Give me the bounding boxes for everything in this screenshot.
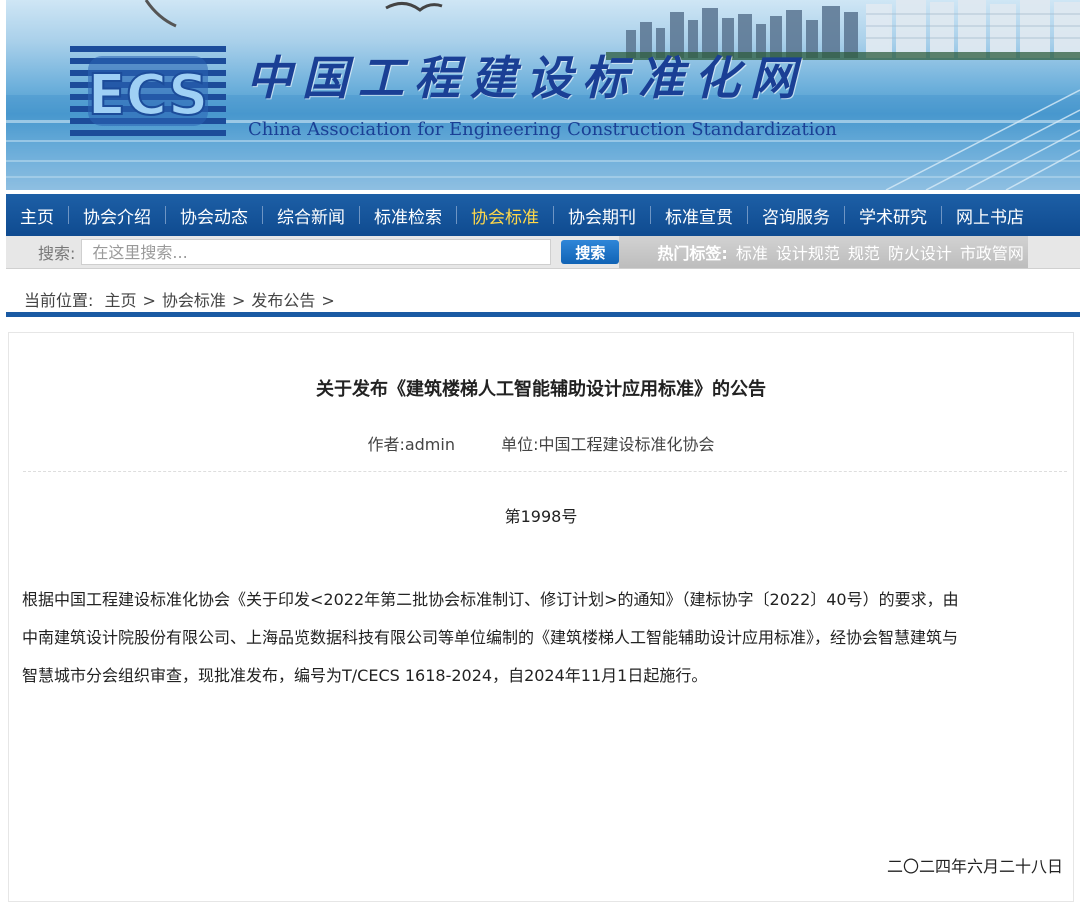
nav-item-1[interactable]: 协会介绍 [69, 203, 165, 228]
main-nav: 主页 协会介绍 协会动态 综合新闻 标准检索 协会标准 协会期刊 标准宣贯 咨询服务 学术研究 网上… [6, 194, 1080, 236]
ecs-logo: ECS [70, 46, 226, 136]
site-title-en: China Association for Engineering Constr… [248, 119, 837, 140]
search-input[interactable] [81, 239, 552, 265]
breadcrumb-separator: > [231, 291, 246, 310]
article-body-line: 根据中国工程建设标准化协会《关于印发<2022年第二批协会标准制订、修订计划>的… [22, 590, 959, 609]
article-meta: 作者:admin 单位:中国工程建设标准化协会 [9, 431, 1073, 455]
hot-tag-3[interactable]: 防火设计 [888, 240, 952, 264]
nav-item-9[interactable]: 学术研究 [845, 203, 941, 228]
hot-tag-4[interactable]: 市政管网 [960, 240, 1024, 264]
nav-item-7[interactable]: 标准宣贯 [651, 203, 747, 228]
article-unit: 单位:中国工程建设标准化协会 [501, 435, 715, 454]
article-title: 关于发布《建筑楼梯人工智能辅助设计应用标准》的公告 [316, 379, 766, 400]
nav-item-3[interactable]: 综合新闻 [263, 203, 359, 228]
search-label: 搜索: [38, 244, 76, 263]
hot-tags-label: 热门标签: [657, 244, 728, 263]
hot-tag-0[interactable]: 标准 [736, 240, 768, 264]
search-button[interactable]: 搜索 [561, 240, 620, 264]
article-body-line: 中南建筑设计院股份有限公司、上海品览数据科技有限公司等单位编制的《建筑楼梯人工智… [22, 628, 959, 647]
svg-text:ECS: ECS [88, 63, 209, 128]
breadcrumb-item-1[interactable]: 协会标准 [162, 291, 226, 310]
nav-item-2[interactable]: 协会动态 [166, 203, 262, 228]
breadcrumb-prefix: 当前位置: [24, 291, 94, 310]
nav-item-10[interactable]: 网上书店 [942, 203, 1038, 228]
nav-item-5[interactable]: 协会标准 [457, 203, 553, 228]
article-panel: 关于发布《建筑楼梯人工智能辅助设计应用标准》的公告 作者:admin 单位:中国… [8, 332, 1074, 902]
site-banner: ECS 中国工程建设标准化网 China Association for Eng… [6, 0, 1080, 190]
breadcrumb-item-2[interactable]: 发布公告 [251, 291, 315, 310]
breadcrumb-item-0[interactable]: 主页 [105, 291, 137, 310]
hot-tags: 热门标签: 标准 设计规范 规范 防火设计 市政管网 [619, 236, 1028, 268]
article-date: 二〇二四年六月二十八日 [886, 857, 1063, 876]
article-body: 根据中国工程建设标准化协会《关于印发<2022年第二批协会标准制订、修订计划>的… [22, 581, 1070, 695]
breadcrumb-divider [6, 312, 1080, 317]
article-author: 作者:admin [367, 435, 455, 454]
breadcrumb-separator: > [142, 291, 156, 310]
nav-item-0[interactable]: 主页 [6, 203, 68, 228]
hot-tag-2[interactable]: 规范 [848, 240, 880, 264]
breadcrumb: 当前位置: 主页 > 协会标准 > 发布公告 > [24, 287, 341, 311]
nav-item-8[interactable]: 咨询服务 [748, 203, 844, 228]
nav-item-4[interactable]: 标准检索 [360, 203, 456, 228]
nav-item-6[interactable]: 协会期刊 [554, 203, 650, 228]
hot-tag-1[interactable]: 设计规范 [776, 240, 840, 264]
breadcrumb-separator: > [321, 291, 335, 310]
site-title-cn: 中国工程建设标准化网 [246, 51, 806, 105]
meta-divider [23, 471, 1067, 472]
search-bar: 搜索: 搜索 热门标签: 标准设计规范规范防火设计市政管网 [6, 236, 1080, 269]
document-number: 第1998号 [504, 507, 578, 526]
article-body-line: 智慧城市分会组织审查，现批准发布，编号为T/CECS 1618-2024，自20… [22, 666, 708, 685]
